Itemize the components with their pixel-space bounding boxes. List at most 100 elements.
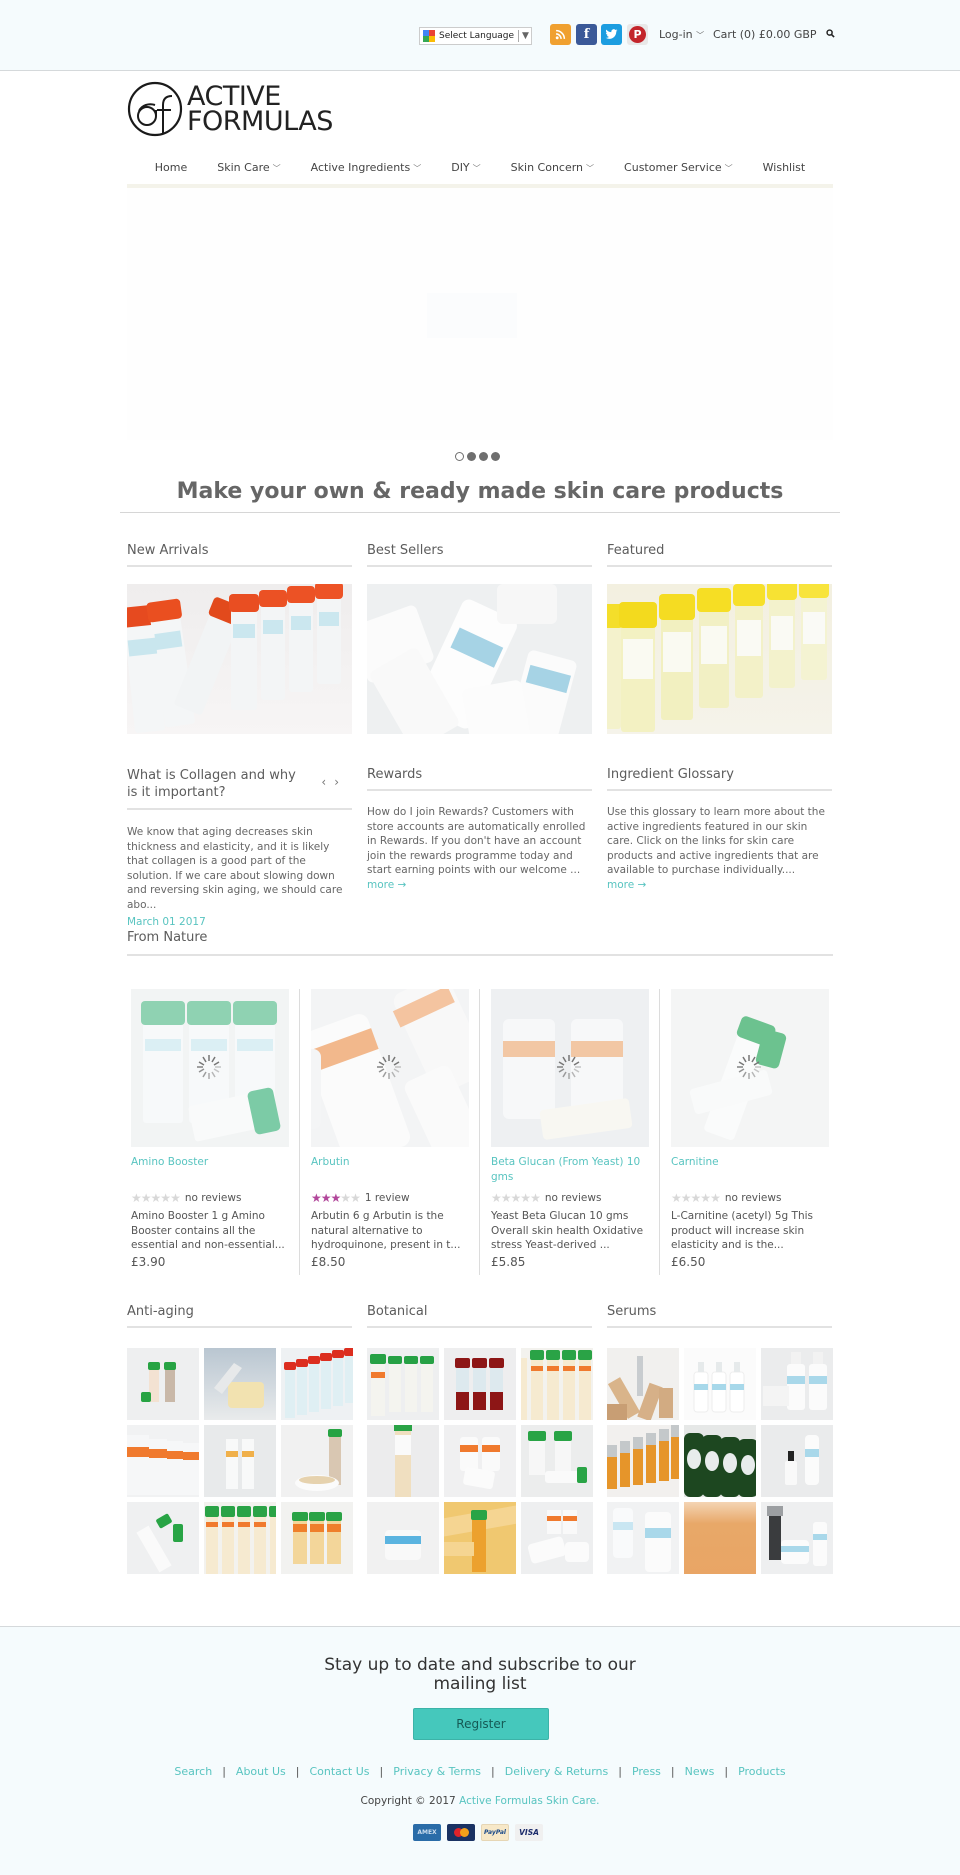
product-thumbnail[interactable] (281, 1348, 353, 1420)
product-thumbnail[interactable] (127, 1348, 199, 1420)
chevron-down-icon: ﹀ (272, 164, 281, 173)
product-image[interactable] (311, 989, 469, 1147)
product-thumbnail[interactable] (444, 1348, 516, 1420)
login-link[interactable]: Log-in ﹀ (659, 28, 704, 41)
product-thumbnail[interactable] (521, 1502, 593, 1574)
slide-dot[interactable] (479, 452, 488, 461)
site-logo[interactable]: ACTIVE FORMULAS (127, 80, 357, 138)
product-thumbnail[interactable] (761, 1425, 833, 1497)
product-thumbnail[interactable] (367, 1502, 439, 1574)
hero-slideshow[interactable] (127, 188, 833, 440)
rss-icon[interactable] (550, 24, 571, 45)
product-thumbnail[interactable] (607, 1425, 679, 1497)
footer-link-about[interactable]: About Us (236, 1765, 286, 1778)
product-name[interactable]: Arbutin (311, 1155, 469, 1191)
product-thumbnail[interactable] (684, 1425, 756, 1497)
serums-grid (607, 1348, 833, 1574)
product-thumbnail[interactable] (521, 1348, 593, 1420)
nav-skin-care[interactable]: Skin Care ﹀ (202, 161, 295, 174)
product-thumbnail[interactable] (684, 1348, 756, 1420)
blog-post-title[interactable]: What is Collagen and why is it important… (127, 767, 307, 801)
category-title[interactable]: Botanical (367, 1304, 428, 1319)
glossary-title[interactable]: Ingredient Glossary (607, 767, 734, 782)
product-thumbnail[interactable] (444, 1502, 516, 1574)
product-name[interactable]: Beta Glucan (From Yeast) 10 gms (491, 1155, 649, 1191)
divider: | (670, 1765, 675, 1778)
product-thumbnail[interactable] (204, 1502, 276, 1574)
copyright-link[interactable]: Active Formulas Skin Care. (459, 1795, 599, 1807)
register-button[interactable]: Register (413, 1708, 549, 1740)
best-sellers-image[interactable] (367, 584, 592, 734)
rewards-title[interactable]: Rewards (367, 767, 422, 782)
product-name[interactable]: Carnitine (671, 1155, 829, 1191)
footer-link-search[interactable]: Search (174, 1765, 212, 1778)
product-name[interactable]: Amino Booster (131, 1155, 289, 1191)
product-price: £3.90 (131, 1254, 166, 1269)
footer-link-press[interactable]: Press (632, 1765, 661, 1778)
nav-home[interactable]: Home (140, 161, 202, 174)
collection-title[interactable]: Best Sellers (367, 543, 444, 558)
product-image[interactable] (671, 989, 829, 1147)
slide-dot[interactable] (491, 452, 500, 461)
copyright-text: Copyright © 2017 (360, 1795, 460, 1807)
footer-link-products[interactable]: Products (738, 1765, 786, 1778)
product-image[interactable] (131, 989, 289, 1147)
nav-wishlist[interactable]: Wishlist (748, 161, 821, 174)
product-thumbnail[interactable] (281, 1425, 353, 1497)
product-thumbnail[interactable] (204, 1425, 276, 1497)
nav-active-ingredients[interactable]: Active Ingredients ﹀ (296, 161, 437, 174)
nav-customer-service[interactable]: Customer Service ﹀ (609, 161, 748, 174)
category-title[interactable]: Anti-aging (127, 1304, 194, 1319)
divider (367, 789, 592, 791)
product-thumbnail[interactable] (444, 1425, 516, 1497)
collection-title[interactable]: Featured (607, 543, 664, 558)
footer-link-contact[interactable]: Contact Us (309, 1765, 369, 1778)
collection-title[interactable]: New Arrivals (127, 543, 209, 558)
from-nature-title: From Nature (127, 930, 208, 945)
footer-link-privacy[interactable]: Privacy & Terms (393, 1765, 481, 1778)
product-thumbnail[interactable] (367, 1425, 439, 1497)
chevron-left-icon[interactable]: ‹ (321, 775, 334, 789)
slide-dot[interactable] (467, 452, 476, 461)
product-thumbnail[interactable] (684, 1502, 756, 1574)
cart-link[interactable]: Cart (0) £0.00 GBP (713, 28, 817, 41)
pinterest-icon[interactable]: P (627, 24, 648, 45)
product-thumbnail[interactable] (367, 1348, 439, 1420)
nav-label: Customer Service (624, 161, 722, 174)
blog-date[interactable]: March 01 2017 (127, 916, 352, 928)
glossary-more-link[interactable]: more → (607, 878, 832, 893)
product-thumbnail[interactable] (607, 1502, 679, 1574)
product-thumbnail[interactable] (127, 1425, 199, 1497)
footer-link-delivery[interactable]: Delivery & Returns (505, 1765, 608, 1778)
rewards-more-link[interactable]: more → (367, 878, 592, 893)
category-title[interactable]: Serums (607, 1304, 656, 1319)
product-thumbnail[interactable] (607, 1348, 679, 1420)
featured-image[interactable] (607, 584, 832, 734)
product-thumbnail[interactable] (127, 1502, 199, 1574)
copyright: Copyright © 2017 Active Formulas Skin Ca… (0, 1795, 960, 1807)
star-icon: ★ (350, 1191, 361, 1205)
divider (367, 1326, 592, 1328)
footer-link-news[interactable]: News (685, 1765, 715, 1778)
nav-diy[interactable]: DIY ﹀ (436, 161, 495, 174)
twitter-icon[interactable] (601, 24, 622, 45)
product-image[interactable] (491, 989, 649, 1147)
product-thumbnail[interactable] (281, 1502, 353, 1574)
product-thumbnail[interactable] (521, 1425, 593, 1497)
product-thumbnail[interactable] (761, 1348, 833, 1420)
product-thumbnail[interactable] (204, 1348, 276, 1420)
category-serums: Serums (607, 1304, 832, 1328)
loading-spinner-icon (737, 1055, 761, 1079)
divider (127, 808, 352, 810)
slide-dot[interactable] (455, 452, 464, 461)
nav-label: DIY (451, 161, 470, 174)
divider: | (222, 1765, 226, 1778)
facebook-icon[interactable]: f (576, 24, 597, 45)
chevron-right-icon[interactable]: › (334, 775, 347, 789)
new-arrivals-image[interactable] (127, 584, 352, 734)
language-select[interactable]: Select Language ▼ (419, 27, 532, 45)
search-icon[interactable] (826, 29, 835, 38)
star-icon: ★ (671, 1191, 682, 1205)
nav-skin-concern[interactable]: Skin Concern ﹀ (496, 161, 609, 174)
product-thumbnail[interactable] (761, 1502, 833, 1574)
